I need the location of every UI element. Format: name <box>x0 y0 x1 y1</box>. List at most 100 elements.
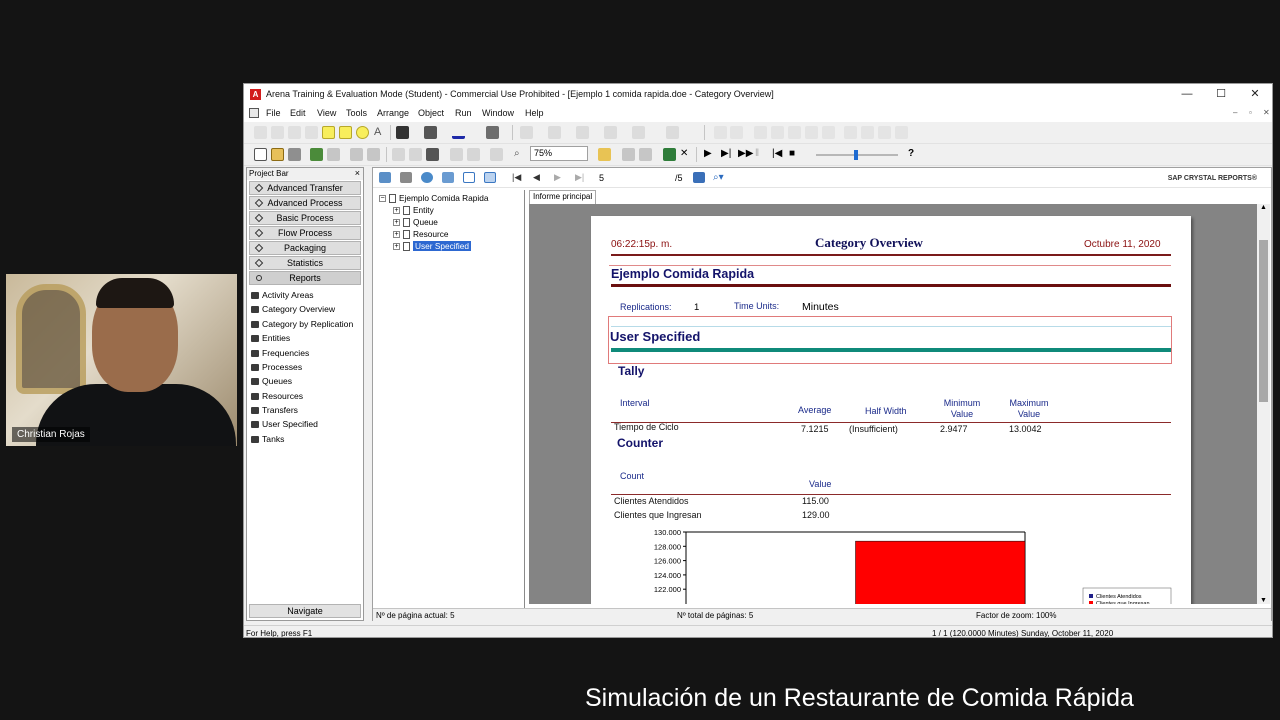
window-bg-icon[interactable] <box>486 126 499 139</box>
tree-node-queue[interactable]: + Queue <box>393 217 438 227</box>
menu-file[interactable]: File <box>266 108 281 118</box>
cut-icon[interactable] <box>392 148 405 161</box>
report-item[interactable]: Category Overview <box>251 304 335 314</box>
help-icon[interactable] <box>463 172 475 183</box>
export-icon[interactable] <box>379 172 391 183</box>
panel-flow-process[interactable]: Flow Process <box>249 226 361 240</box>
prev-page-icon[interactable]: ◀ <box>533 172 545 183</box>
arc-tool-icon[interactable] <box>288 126 301 139</box>
pause-icon[interactable]: ‖ <box>755 148 768 161</box>
report-item[interactable]: Tanks <box>251 434 284 444</box>
date-icon[interactable] <box>771 126 784 139</box>
doc-close-icon[interactable]: ✕ <box>1263 108 1270 117</box>
menu-tools[interactable]: Tools <box>346 108 367 118</box>
tree-root[interactable]: − Ejemplo Comida Rapida <box>379 193 488 203</box>
doc-minimize-icon[interactable]: – <box>1233 108 1237 117</box>
close-icon[interactable]: × <box>355 168 360 178</box>
menu-help[interactable]: Help <box>525 108 544 118</box>
queue-icon[interactable] <box>861 126 874 139</box>
tree-node-user-specified[interactable]: + User Specified <box>393 241 471 251</box>
report-item[interactable]: Resources <box>251 391 303 401</box>
clock-icon[interactable] <box>754 126 767 139</box>
new-icon[interactable] <box>254 148 267 161</box>
panel-reports[interactable]: Reports <box>249 271 361 285</box>
template-detach-icon[interactable] <box>327 148 340 161</box>
print-icon[interactable] <box>400 172 412 183</box>
line-tool-icon[interactable] <box>254 126 267 139</box>
connect-icon[interactable] <box>639 148 652 161</box>
tree-node-resource[interactable]: + Resource <box>393 229 449 239</box>
text-tool-icon[interactable]: A <box>374 126 387 139</box>
menu-arrange[interactable]: Arrange <box>377 108 409 118</box>
first-page-icon[interactable]: |◀ <box>512 172 524 183</box>
report-item[interactable]: Category by Replication <box>251 319 353 329</box>
line-style-icon[interactable] <box>548 126 561 139</box>
undo-icon[interactable] <box>450 148 463 161</box>
print-preview-icon[interactable] <box>367 148 380 161</box>
panel-advanced-process[interactable]: Advanced Process <box>249 196 361 210</box>
level-icon[interactable] <box>805 126 818 139</box>
panel-packaging[interactable]: Packaging <box>249 241 361 255</box>
fast-forward-icon[interactable]: ▶▶ <box>738 148 753 161</box>
layers-icon[interactable] <box>598 148 611 161</box>
start-over-icon[interactable]: |◀ <box>772 148 785 161</box>
panel-basic-process[interactable]: Basic Process <box>249 211 361 225</box>
panel-advanced-transfer[interactable]: Advanced Transfer <box>249 181 361 195</box>
report-item[interactable]: Queues <box>251 376 292 386</box>
ellipse-tool-icon[interactable] <box>356 126 369 139</box>
open-icon[interactable] <box>271 148 284 161</box>
document-icon[interactable] <box>249 108 259 118</box>
scroll-down-icon[interactable]: ▼ <box>1260 597 1267 604</box>
next-page-icon[interactable]: ▶ <box>554 172 566 183</box>
storage-icon[interactable] <box>878 126 891 139</box>
redo-icon[interactable] <box>467 148 480 161</box>
line-width-icon[interactable] <box>520 126 533 139</box>
menu-window[interactable]: Window <box>482 108 514 118</box>
save-icon[interactable] <box>288 148 301 161</box>
menu-object[interactable]: Object <box>418 108 444 118</box>
menu-edit[interactable]: Edit <box>290 108 306 118</box>
line-pattern-icon[interactable] <box>604 126 617 139</box>
print-icon[interactable] <box>350 148 363 161</box>
animate-icon[interactable] <box>714 126 727 139</box>
report-item[interactable]: Transfers <box>251 405 298 415</box>
maximize-button[interactable]: ☐ <box>1211 86 1231 102</box>
check-model-icon[interactable]: ✕ <box>680 148 693 161</box>
report-item[interactable]: Entities <box>251 333 290 343</box>
report-scrollbar[interactable]: ▲ ▼ <box>1257 204 1270 604</box>
menu-view[interactable]: View <box>317 108 336 118</box>
close-button[interactable]: ✕ <box>1245 86 1265 102</box>
screen-flag-icon[interactable] <box>663 148 676 161</box>
submodel-icon[interactable] <box>622 148 635 161</box>
report-item[interactable]: Frequencies <box>251 348 309 358</box>
polygon-tool-icon[interactable] <box>339 126 352 139</box>
go-icon[interactable]: ▶ <box>704 148 717 161</box>
fit-window-icon[interactable] <box>490 148 503 161</box>
find-icon[interactable] <box>693 172 705 183</box>
menu-run[interactable]: Run <box>455 108 472 118</box>
fill-pattern-icon[interactable] <box>632 126 645 139</box>
panel-statistics[interactable]: Statistics <box>249 256 361 270</box>
variable-icon[interactable] <box>788 126 801 139</box>
navigate-panel[interactable]: Navigate <box>249 604 361 618</box>
paste-icon[interactable] <box>426 148 439 161</box>
copy-icon[interactable] <box>409 148 422 161</box>
doc-restore-icon[interactable]: ▫ <box>1249 108 1252 117</box>
zoom-icon[interactable]: ⌕▾ <box>713 172 725 183</box>
animation-speed-slider[interactable] <box>816 150 898 160</box>
resource-icon[interactable] <box>895 126 908 139</box>
zoom-icon[interactable]: ⌕ <box>514 148 527 161</box>
context-help-icon[interactable]: ? <box>908 148 921 161</box>
line-color-icon[interactable] <box>396 126 409 139</box>
refresh-icon[interactable] <box>421 172 433 183</box>
arrow-style-icon[interactable] <box>576 126 589 139</box>
copy-icon[interactable] <box>442 172 454 183</box>
report-item[interactable]: Activity Areas <box>251 290 314 300</box>
connector-icon[interactable] <box>666 126 679 139</box>
box-tool-icon[interactable] <box>322 126 335 139</box>
scroll-thumb[interactable] <box>1259 240 1268 402</box>
end-icon[interactable]: ■ <box>789 148 802 161</box>
polyline-tool-icon[interactable] <box>271 126 284 139</box>
bezier-tool-icon[interactable] <box>305 126 318 139</box>
last-page-icon[interactable]: ▶| <box>575 172 587 183</box>
